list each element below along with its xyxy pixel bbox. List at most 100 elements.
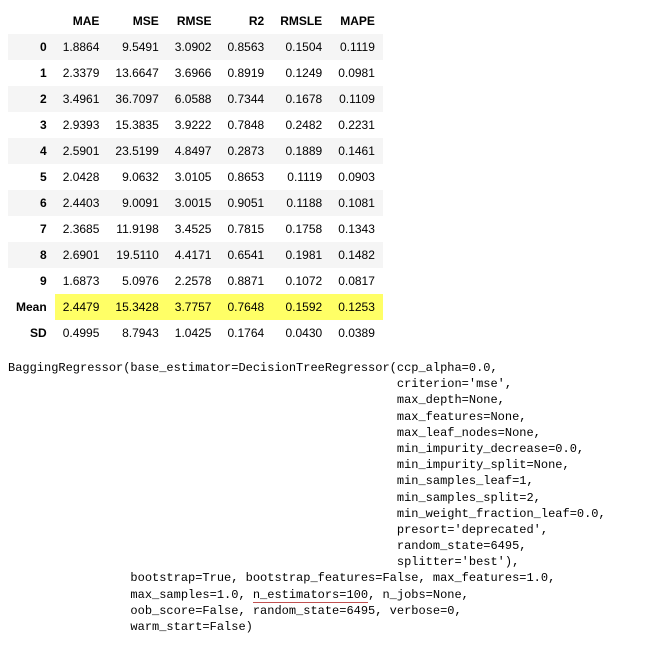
cell-rmse: 3.7757: [167, 294, 220, 320]
col-header-mape: MAPE: [330, 8, 383, 34]
cell-mape: 0.0903: [330, 164, 383, 190]
cell-rmsle: 0.2482: [272, 112, 330, 138]
cell-rmsle: 0.1072: [272, 268, 330, 294]
cell-mse: 8.7943: [107, 320, 166, 346]
cell-mae: 2.4479: [55, 294, 108, 320]
cell-rmse: 1.0425: [167, 320, 220, 346]
cell-mape: 0.1482: [330, 242, 383, 268]
cell-mape: 0.1119: [330, 34, 383, 60]
table-row: 01.88649.54913.09020.85630.15040.1119: [8, 34, 383, 60]
cell-r2: 0.1764: [219, 320, 272, 346]
cell-mae: 0.4995: [55, 320, 108, 346]
cell-mse: 9.5491: [107, 34, 166, 60]
cell-mae: 1.6873: [55, 268, 108, 294]
cell-mape: 0.0389: [330, 320, 383, 346]
row-label: 5: [8, 164, 55, 190]
cell-rmsle: 0.1758: [272, 216, 330, 242]
col-header-rmse: RMSE: [167, 8, 220, 34]
cell-r2: 0.7848: [219, 112, 272, 138]
row-label: 7: [8, 216, 55, 242]
table-row: 23.496136.70976.05880.73440.16780.1109: [8, 86, 383, 112]
cell-rmsle: 0.1889: [272, 138, 330, 164]
cell-mae: 2.6901: [55, 242, 108, 268]
col-header-r2: R2: [219, 8, 272, 34]
row-label: Mean: [8, 294, 55, 320]
n-estimators-span: n_estimators=100: [253, 588, 368, 603]
col-header-mse: MSE: [107, 8, 166, 34]
cell-mape: 0.2231: [330, 112, 383, 138]
table-row: 72.368511.91983.45250.78150.17580.1343: [8, 216, 383, 242]
cell-mae: 3.4961: [55, 86, 108, 112]
cell-r2: 0.7815: [219, 216, 272, 242]
cell-mae: 2.9393: [55, 112, 108, 138]
table-row: 42.590123.51994.84970.28730.18890.1461: [8, 138, 383, 164]
cell-mae: 2.0428: [55, 164, 108, 190]
cell-mae: 2.3379: [55, 60, 108, 86]
cell-mape: 0.0817: [330, 268, 383, 294]
cell-rmse: 3.0015: [167, 190, 220, 216]
cell-mape: 0.1461: [330, 138, 383, 164]
cell-mape: 0.1081: [330, 190, 383, 216]
cell-mape: 0.1253: [330, 294, 383, 320]
cell-mape: 0.1343: [330, 216, 383, 242]
cell-mse: 11.9198: [107, 216, 166, 242]
cell-rmse: 3.6966: [167, 60, 220, 86]
col-header-rowlabel: [8, 8, 55, 34]
cell-mse: 23.5199: [107, 138, 166, 164]
row-label: 2: [8, 86, 55, 112]
table-row: SD0.49958.79431.04250.17640.04300.0389: [8, 320, 383, 346]
cell-rmse: 3.0105: [167, 164, 220, 190]
cell-mse: 15.3428: [107, 294, 166, 320]
cell-mse: 5.0976: [107, 268, 166, 294]
cell-rmse: 6.0588: [167, 86, 220, 112]
cell-rmsle: 0.1592: [272, 294, 330, 320]
cell-mse: 13.6647: [107, 60, 166, 86]
metrics-table-body: 01.88649.54913.09020.85630.15040.111912.…: [8, 34, 383, 346]
cell-r2: 0.9051: [219, 190, 272, 216]
row-label: 9: [8, 268, 55, 294]
table-row: Mean2.447915.34283.77570.76480.15920.125…: [8, 294, 383, 320]
cell-mape: 0.0981: [330, 60, 383, 86]
cell-r2: 0.7344: [219, 86, 272, 112]
table-row: 82.690119.51104.41710.65410.19810.1482: [8, 242, 383, 268]
cell-rmsle: 0.0430: [272, 320, 330, 346]
cell-r2: 0.8563: [219, 34, 272, 60]
cell-rmse: 4.8497: [167, 138, 220, 164]
cell-r2: 0.2873: [219, 138, 272, 164]
cell-rmsle: 0.1188: [272, 190, 330, 216]
table-row: 52.04289.06323.01050.86530.11190.0903: [8, 164, 383, 190]
cell-r2: 0.8871: [219, 268, 272, 294]
model-repr: BaggingRegressor(base_estimator=Decision…: [8, 360, 640, 635]
cell-rmsle: 0.1981: [272, 242, 330, 268]
cell-mae: 2.3685: [55, 216, 108, 242]
row-label: 6: [8, 190, 55, 216]
row-label: 0: [8, 34, 55, 60]
cell-rmsle: 0.1249: [272, 60, 330, 86]
cell-rmse: 3.9222: [167, 112, 220, 138]
col-header-mae: MAE: [55, 8, 108, 34]
cell-rmsle: 0.1504: [272, 34, 330, 60]
metrics-table-head: MAEMSERMSER2RMSLEMAPE: [8, 8, 383, 34]
metrics-table: MAEMSERMSER2RMSLEMAPE 01.88649.54913.090…: [8, 8, 383, 346]
table-row: 32.939315.38353.92220.78480.24820.2231: [8, 112, 383, 138]
cell-r2: 0.8919: [219, 60, 272, 86]
cell-mse: 9.0091: [107, 190, 166, 216]
row-label: 1: [8, 60, 55, 86]
cell-mse: 19.5110: [107, 242, 166, 268]
cell-rmse: 2.2578: [167, 268, 220, 294]
cell-mse: 15.3835: [107, 112, 166, 138]
cell-rmse: 3.0902: [167, 34, 220, 60]
row-label: SD: [8, 320, 55, 346]
cell-mse: 36.7097: [107, 86, 166, 112]
cell-mae: 2.4403: [55, 190, 108, 216]
col-header-rmsle: RMSLE: [272, 8, 330, 34]
cell-rmsle: 0.1119: [272, 164, 330, 190]
row-label: 4: [8, 138, 55, 164]
row-label: 8: [8, 242, 55, 268]
row-label: 3: [8, 112, 55, 138]
cell-mae: 1.8864: [55, 34, 108, 60]
cell-mse: 9.0632: [107, 164, 166, 190]
table-row: 12.337913.66473.69660.89190.12490.0981: [8, 60, 383, 86]
cell-rmse: 4.4171: [167, 242, 220, 268]
table-row: 62.44039.00913.00150.90510.11880.1081: [8, 190, 383, 216]
